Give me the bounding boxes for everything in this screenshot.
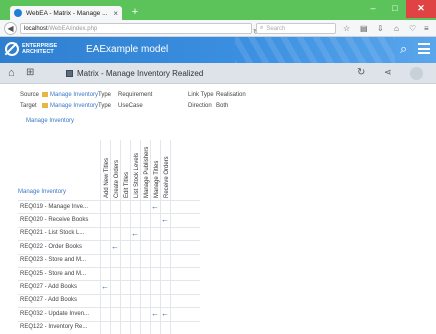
matrix-row-label[interactable]: REQ032 - Update Inven... (18, 309, 100, 319)
relationship-arrow-icon[interactable]: ← (110, 242, 120, 252)
browser-search-input[interactable]: ⌕ Search (256, 23, 336, 34)
direction-label: Direction (188, 103, 212, 109)
matrix-column-header[interactable]: Edit Titles (120, 140, 130, 198)
favicon-icon (14, 9, 22, 17)
ea-header: ENTERPRISE ARCHITECT EAExample model ⌕ (0, 37, 436, 63)
matrix-column-header[interactable]: List Stock Levels (130, 140, 140, 198)
model-home-icon[interactable]: ⌂ (8, 67, 15, 79)
matrix-icon (66, 70, 73, 77)
source-type-value: Requirement (118, 92, 153, 98)
target-package-link[interactable]: Manage Inventory (42, 103, 98, 109)
ea-brand-line2: ARCHITECT (22, 49, 54, 55)
grid-line (170, 140, 171, 334)
matrix-column-header[interactable]: Create Orders (110, 140, 120, 198)
link-type-value: Realisation (216, 92, 246, 98)
browser-navbar: ◀ localhost /WebEA/index.php ↻ ⌕ Search … (0, 20, 436, 37)
tab-title: WebEA - Matrix - Manage ... (26, 9, 108, 17)
window-maximize-button[interactable]: □ (384, 0, 406, 18)
window-close-button[interactable]: ✕ (406, 0, 436, 18)
matrix-row-label[interactable]: REQ122 - Inventory Re... (18, 322, 100, 332)
view-title-text: Matrix - Manage Inventory Realized (77, 69, 204, 78)
package-link[interactable]: Manage Inventory (26, 118, 74, 124)
browser-tree-icon[interactable]: ⊞ (26, 67, 34, 78)
target-row: Target Manage Inventory Type UseCase Dir… (20, 103, 320, 113)
direction-value: Both (216, 103, 229, 109)
tab-close-icon[interactable]: × (113, 9, 118, 18)
search-placeholder: Search (266, 25, 286, 32)
matrix-row-label[interactable]: REQ021 - List Stock L... (18, 228, 100, 238)
target-type-label: Type (98, 103, 112, 109)
matrix-column-header[interactable]: Manage Titles (150, 140, 160, 198)
ea-brand: ENTERPRISE ARCHITECT (22, 43, 57, 55)
url-path: /WebEA/index.php (47, 25, 98, 32)
source-type-label: Type (98, 92, 112, 98)
matrix-row-label[interactable]: REQ020 - Receive Books (18, 215, 100, 225)
matrix-column-header[interactable]: Manage Publishers (140, 140, 150, 198)
refresh-icon[interactable]: ↻ (357, 67, 365, 78)
relationship-arrow-icon[interactable]: ← (160, 215, 170, 225)
column-header-label: Receive Orders (164, 156, 170, 198)
matrix-column-header[interactable]: Receive Orders (160, 140, 170, 198)
link-type-label: Link Type (188, 92, 214, 98)
ea-logo-icon (5, 42, 19, 56)
source-package-link[interactable]: Manage Inventory (42, 92, 98, 98)
matrix-row-label[interactable]: REQ027 - Add Books (18, 295, 100, 305)
target-label: Target (20, 103, 37, 109)
source-label: Source (20, 92, 40, 98)
search-icon: ⌕ (260, 25, 264, 31)
download-icon[interactable]: ⇩ (377, 24, 384, 33)
browser-tab[interactable]: WebEA - Matrix - Manage ... × (10, 6, 122, 20)
reading-list-icon[interactable]: ▤ (360, 24, 368, 33)
ea-hamburger-menu-icon[interactable] (418, 43, 430, 54)
source-row: Source Manage Inventory Type Requirement… (20, 92, 320, 102)
relationship-arrow-icon[interactable]: ← (100, 282, 110, 292)
header-decoration (235, 37, 395, 63)
ea-search-icon[interactable]: ⌕ (400, 41, 407, 57)
user-avatar[interactable] (410, 67, 423, 80)
matrix-column-header[interactable]: Add New Titles (100, 140, 110, 198)
matrix-row-label[interactable]: REQ022 - Order Books (18, 242, 100, 252)
window-minimize-button[interactable]: – (362, 0, 384, 18)
matrix-row-label[interactable]: REQ025 - Store and M... (18, 269, 100, 279)
matrix-row-label[interactable]: REQ023 - Store and M... (18, 255, 100, 265)
target-type-value: UseCase (118, 103, 143, 109)
share-icon[interactable]: ⋖ (384, 67, 392, 78)
url-host: localhost (24, 25, 48, 32)
relationship-arrow-icon[interactable]: ← (150, 202, 160, 212)
bookmark-star-icon[interactable]: ☆ (343, 24, 350, 33)
new-tab-button[interactable]: + (128, 6, 142, 19)
matrix-row-label[interactable]: REQ027 - Add Books (18, 282, 100, 292)
relationship-arrow-icon[interactable]: ← (150, 309, 160, 319)
matrix-row-label[interactable]: REQ019 - Manage Inve... (18, 202, 100, 212)
view-title: Matrix - Manage Inventory Realized (66, 69, 203, 78)
relationship-arrow-icon[interactable]: ← (160, 309, 170, 319)
model-name: EAExample model (86, 44, 169, 55)
url-bar[interactable]: localhost /WebEA/index.php ↻ (20, 23, 259, 36)
ea-toolbar: ⌂ ⊞ Matrix - Manage Inventory Realized ↻… (0, 63, 436, 84)
browser-menu-icon[interactable]: ≡ (424, 24, 429, 33)
relationship-arrow-icon[interactable]: ← (130, 229, 140, 239)
browser-titlebar: WebEA - Matrix - Manage ... × + – □ ✕ (0, 0, 436, 20)
matrix-corner-label[interactable]: Manage Inventory (18, 189, 66, 195)
home-icon[interactable]: ⌂ (394, 24, 399, 33)
pocket-icon[interactable]: ♡ (409, 24, 416, 33)
back-arrow-icon[interactable]: ◀ (4, 22, 17, 35)
